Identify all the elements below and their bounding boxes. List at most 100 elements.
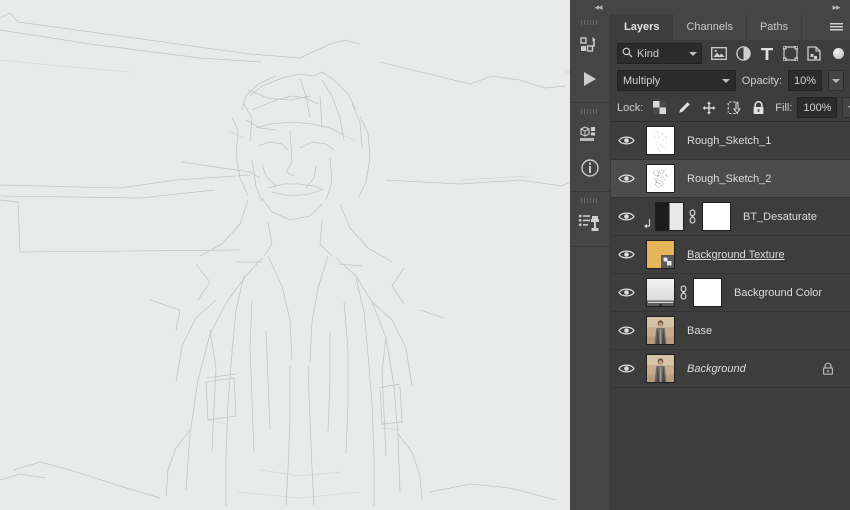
rail-group-actions bbox=[570, 14, 610, 103]
tab-channels[interactable]: Channels bbox=[673, 14, 747, 40]
properties-3d-icon bbox=[579, 125, 601, 143]
lock-all-icon[interactable] bbox=[752, 100, 765, 115]
clipping-mask-indicator-icon bbox=[641, 192, 655, 241]
blend-mode-value: Multiply bbox=[623, 74, 661, 87]
rail-item-actions[interactable] bbox=[570, 28, 610, 62]
lock-buttons bbox=[653, 100, 765, 115]
sketch-artwork bbox=[0, 0, 570, 510]
filter-kind-value: Kind bbox=[637, 47, 660, 60]
layer-locked-icon bbox=[822, 362, 834, 380]
opacity-slider-button[interactable] bbox=[827, 70, 845, 91]
filter-enable-toggle[interactable] bbox=[833, 48, 844, 59]
table-row[interactable]: Background Color bbox=[611, 274, 850, 312]
fill-slider-button[interactable] bbox=[842, 97, 850, 118]
smart-object-badge-icon bbox=[661, 255, 674, 268]
fill-input[interactable]: 100% bbox=[797, 97, 838, 118]
tab-layers[interactable]: Layers bbox=[611, 14, 674, 40]
chevron-down-icon bbox=[689, 51, 697, 56]
clone-source-icon bbox=[578, 213, 602, 233]
lock-position-icon[interactable] bbox=[702, 101, 716, 115]
layer-mask-thumbnail[interactable] bbox=[693, 278, 722, 307]
layer-visibility-toggle[interactable] bbox=[611, 236, 641, 273]
layer-name[interactable]: Background bbox=[687, 363, 746, 375]
rail-grip[interactable] bbox=[581, 198, 599, 203]
table-row[interactable]: Base bbox=[611, 312, 850, 350]
table-row[interactable]: BT_Desaturate bbox=[611, 198, 850, 236]
lock-artboard-nesting-icon[interactable] bbox=[727, 100, 742, 115]
blend-mode-select[interactable]: Multiply bbox=[617, 70, 736, 91]
layer-thumbnail[interactable] bbox=[646, 354, 675, 383]
layer-name[interactable]: BT_Desaturate bbox=[743, 211, 817, 223]
photo-thumbnail bbox=[647, 317, 674, 344]
layer-thumbnail-area[interactable] bbox=[641, 274, 675, 311]
collapse-panels-left-icon[interactable]: ◂◂ bbox=[590, 2, 606, 12]
opacity-input[interactable]: 10% bbox=[788, 70, 822, 91]
eye-icon bbox=[617, 212, 635, 221]
expand-panels-right-icon[interactable]: ▸▸ bbox=[828, 2, 844, 12]
layer-thumbnail-area[interactable] bbox=[641, 312, 675, 349]
layer-thumbnail-area[interactable] bbox=[655, 198, 684, 235]
layer-visibility-toggle[interactable] bbox=[611, 160, 641, 197]
actions-panel-icon bbox=[580, 36, 600, 54]
table-row[interactable]: Background Texture bbox=[611, 236, 850, 274]
mask-link-icon[interactable] bbox=[675, 274, 691, 311]
eye-icon bbox=[617, 250, 635, 259]
layer-name[interactable]: Background Texture bbox=[687, 249, 785, 261]
layer-thumbnail-area[interactable] bbox=[641, 236, 675, 273]
layer-thumbnail-area[interactable] bbox=[641, 122, 675, 159]
lock-transparent-pixels-icon[interactable] bbox=[653, 101, 667, 114]
layer-name[interactable]: Base bbox=[687, 325, 712, 337]
rail-item-info[interactable] bbox=[570, 151, 610, 185]
layer-thumbnail[interactable] bbox=[646, 316, 675, 345]
lock-image-pixels-icon[interactable] bbox=[677, 101, 691, 115]
filter-shape-icon[interactable] bbox=[783, 46, 798, 61]
panel-menu-icon[interactable] bbox=[827, 14, 845, 40]
layers-panel-body: Kind Multiply Opacity: 10% Lock: Fill: 1… bbox=[611, 40, 850, 388]
rail-item-play[interactable] bbox=[570, 62, 610, 96]
layer-thumbnail[interactable] bbox=[646, 164, 675, 193]
filter-adjustment-icon[interactable] bbox=[736, 46, 751, 61]
table-row[interactable]: Background bbox=[611, 350, 850, 388]
mask-link-icon[interactable] bbox=[684, 198, 700, 235]
gradient-fill-thumbnail bbox=[647, 279, 674, 306]
layer-thumbnail[interactable] bbox=[646, 278, 675, 307]
rail-grip[interactable] bbox=[581, 109, 599, 114]
rail-item-clone-source[interactable] bbox=[570, 206, 610, 240]
layer-name[interactable]: Background Color bbox=[734, 287, 822, 299]
layer-thumbnail-area[interactable] bbox=[641, 350, 675, 387]
tab-paths[interactable]: Paths bbox=[746, 14, 803, 40]
layer-visibility-toggle[interactable] bbox=[611, 350, 641, 387]
sketch-thumbnail bbox=[647, 165, 674, 192]
layer-visibility-toggle[interactable] bbox=[611, 312, 641, 349]
filter-kind-select[interactable]: Kind bbox=[617, 43, 702, 64]
panel-tabbar: Layers Channels Paths bbox=[611, 14, 850, 40]
filter-smartobject-icon[interactable] bbox=[807, 46, 821, 61]
layer-thumbnail[interactable] bbox=[646, 240, 675, 269]
blend-mode-row: Multiply Opacity: 10% bbox=[611, 67, 850, 94]
layer-visibility-toggle[interactable] bbox=[611, 274, 641, 311]
filter-type-icon[interactable] bbox=[760, 47, 774, 61]
rail-group-properties bbox=[570, 103, 610, 192]
adjustment-thumbnail bbox=[656, 203, 683, 230]
filter-pixel-icon[interactable] bbox=[711, 47, 727, 60]
layer-thumbnail[interactable] bbox=[655, 202, 684, 231]
photoshop-window: ◂◂ ▸▸ Layers Channels Paths Kind Multipl… bbox=[0, 0, 850, 510]
rail-item-properties[interactable] bbox=[570, 117, 610, 151]
layer-visibility-toggle[interactable] bbox=[611, 122, 641, 159]
info-icon bbox=[580, 158, 600, 178]
layers-panel: Layers Channels Paths Kind Multiply Opac… bbox=[611, 14, 850, 510]
layer-visibility-toggle[interactable] bbox=[611, 198, 641, 235]
layer-name[interactable]: Rough_Sketch_2 bbox=[687, 173, 771, 185]
layer-thumbnail[interactable] bbox=[646, 126, 675, 155]
photo-thumbnail bbox=[647, 355, 674, 382]
fill-value: 100% bbox=[803, 101, 832, 114]
chevron-down-icon bbox=[721, 78, 730, 83]
document-canvas[interactable] bbox=[0, 0, 570, 510]
dock-topbar: ◂◂ ▸▸ bbox=[570, 0, 850, 14]
table-row[interactable]: Rough_Sketch_1 bbox=[611, 122, 850, 160]
rail-grip[interactable] bbox=[581, 20, 599, 25]
layer-mask-thumbnail[interactable] bbox=[702, 202, 731, 231]
layer-name[interactable]: Rough_Sketch_1 bbox=[687, 135, 771, 147]
chevron-down-icon bbox=[831, 78, 840, 83]
layer-list: Rough_Sketch_1 Rough_Sketch_2 BT_Desatur… bbox=[611, 121, 850, 388]
